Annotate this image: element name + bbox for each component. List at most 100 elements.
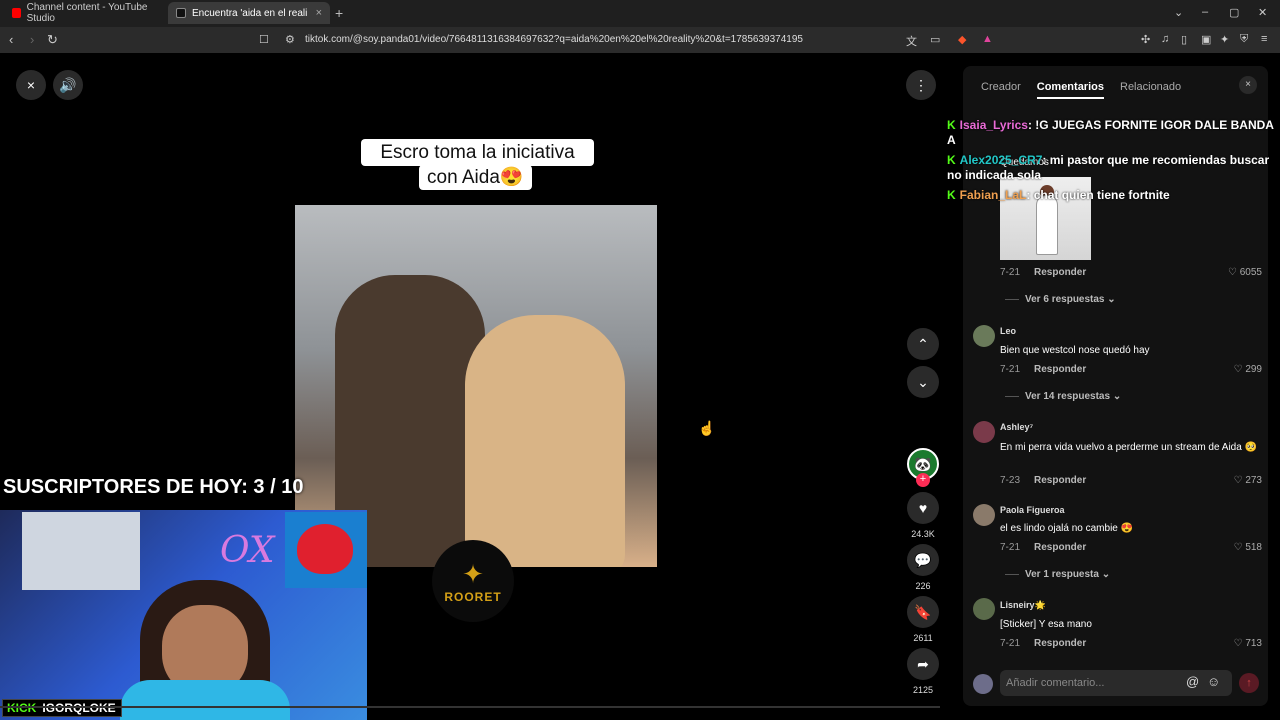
maximize-icon[interactable]: ▢ (1229, 6, 1239, 19)
reply-button[interactable]: Responder (1034, 364, 1086, 375)
video-progress-bar[interactable] (0, 706, 940, 708)
panel-tabs: Creador Comentarios Relacionado (981, 81, 1181, 99)
wallet-icon[interactable]: ▣ (1201, 33, 1211, 46)
url-field[interactable]: tiktok.com/@soy.panda01/video/7664811316… (305, 34, 803, 45)
comment-author[interactable]: Paola Figueroa (1000, 505, 1065, 515)
volume-icon[interactable]: 🔊 (53, 70, 83, 100)
youtube-icon (12, 8, 21, 18)
share-count: 2125 (912, 685, 934, 695)
follow-plus-icon[interactable]: + (916, 473, 930, 487)
comment-meta: 7-23 Responder (1000, 475, 1086, 486)
kick-badge-icon: K (947, 118, 956, 132)
reply-button[interactable]: Responder (1034, 542, 1086, 553)
avatar[interactable] (973, 504, 995, 526)
webcam-streamer-shirt (120, 680, 290, 720)
bookmark-icon[interactable]: ☐ (259, 33, 269, 46)
webcam-feed: OX (0, 510, 367, 720)
tab-search-icon[interactable]: ⌄ (1174, 6, 1183, 19)
close-window-icon[interactable]: ✕ (1258, 6, 1267, 19)
cast-icon[interactable]: ▭ (930, 33, 940, 46)
back-icon[interactable]: ‹ (9, 32, 13, 47)
chat-message: K Isaia_Lyrics: !G JUEGAS FORNITE IGOR DA… (947, 118, 1280, 148)
comment-date: 7-21 (1000, 267, 1021, 278)
previous-video-button[interactable]: ⌃ (907, 328, 939, 360)
tab-youtube-studio[interactable]: Channel content - YouTube Studio (4, 2, 166, 24)
comment-author[interactable]: Ashley⁷ (1000, 422, 1033, 432)
vpn-icon[interactable]: ⛨ (1240, 33, 1248, 46)
video-person-right (465, 315, 625, 567)
video-caption-line1: Escro toma la iniciativa (361, 139, 594, 166)
tab-comentarios[interactable]: Comentarios (1036, 81, 1104, 99)
avatar[interactable] (973, 325, 995, 347)
watermark-logo: ✦ ROORET (432, 540, 514, 622)
tab-tiktok[interactable]: Encuentra 'aida en el reality ' en × (168, 2, 330, 24)
heart-icon: ♡ (1233, 542, 1246, 553)
reply-button[interactable]: Responder (1034, 475, 1086, 486)
comment-likes[interactable]: ♡ 518 (1222, 542, 1262, 553)
translate-icon[interactable]: 文 (906, 33, 917, 49)
comment-likes[interactable]: ♡ 713 (1222, 638, 1262, 649)
my-avatar (973, 674, 993, 694)
like-count: 713 (1245, 638, 1262, 649)
comment-text: Bien que westcol nose quedó hay (1000, 345, 1150, 356)
comment-text: el es lindo ojalá no cambie 😍 (1000, 523, 1134, 534)
brave-rewards-icon[interactable]: ▲ (982, 33, 993, 45)
emoji-icon[interactable]: ☺ (1207, 674, 1220, 689)
heart-icon: ♡ (1233, 364, 1246, 375)
view-replies-button[interactable]: Ver 6 respuestas ⌄ (1005, 294, 1116, 305)
comment-likes[interactable]: ♡ 299 (1222, 364, 1262, 375)
view-replies-label: Ver 6 respuestas (1025, 294, 1105, 305)
stream-chat-overlay: K Isaia_Lyrics: !G JUEGAS FORNITE IGOR DA… (947, 118, 1280, 208)
chat-username: Fabian_LaL (959, 188, 1027, 202)
view-replies-button[interactable]: Ver 14 respuestas ⌄ (1005, 391, 1121, 402)
view-replies-label: Ver 14 respuestas (1025, 391, 1111, 402)
sidebar-icon[interactable]: ▯ (1181, 33, 1187, 46)
more-options-icon[interactable]: ⋮ (906, 70, 936, 100)
kick-badge-icon: K (947, 188, 956, 202)
next-video-button[interactable]: ⌄ (907, 366, 939, 398)
send-comment-button[interactable]: ↑ (1239, 673, 1259, 693)
minimize-icon[interactable]: – (1202, 6, 1208, 18)
like-count: 518 (1245, 542, 1262, 553)
media-icon[interactable]: ♫ (1161, 33, 1169, 45)
site-info-icon[interactable]: ⚙ (285, 33, 295, 46)
share-button[interactable]: ➦ (907, 648, 939, 680)
reply-button[interactable]: Responder (1034, 638, 1086, 649)
save-button[interactable]: 🔖 (907, 596, 939, 628)
leo-ai-icon[interactable]: ✦ (1220, 33, 1229, 46)
webcam-heart-art (285, 512, 367, 588)
like-button[interactable]: ♥ (907, 492, 939, 524)
avatar[interactable] (973, 598, 995, 620)
kick-badge-icon: K (947, 153, 956, 167)
close-panel-icon[interactable]: × (1239, 76, 1257, 94)
tab-label: Channel content - YouTube Studio (26, 2, 148, 24)
view-replies-label: Ver 1 respuesta (1025, 569, 1099, 580)
tab-relacionado[interactable]: Relacionado (1120, 81, 1181, 99)
chat-text: : chat quien tiene fortnite (1026, 188, 1170, 202)
comment-likes[interactable]: ♡ 6055 (1222, 267, 1262, 278)
close-tab-icon[interactable]: × (316, 7, 322, 19)
comment-author[interactable]: Lisneiry🌟 (1000, 600, 1046, 611)
brave-shield-icon[interactable]: ◆ (958, 33, 966, 46)
tab-label: Encuentra 'aida en el reality ' en (192, 7, 307, 19)
view-replies-button[interactable]: Ver 1 respuesta ⌄ (1005, 569, 1110, 580)
tab-creador[interactable]: Creador (981, 81, 1021, 99)
comment-input[interactable] (1000, 670, 1180, 696)
extensions-icon[interactable]: ✣ (1141, 33, 1150, 46)
avatar[interactable] (973, 421, 995, 443)
comment-meta: 7-21 Responder (1000, 542, 1086, 553)
close-video-button[interactable]: × (16, 70, 46, 100)
new-tab-button[interactable]: + (335, 5, 343, 21)
comment-author[interactable]: Leo (1000, 326, 1016, 336)
comment-date: 7-21 (1000, 364, 1021, 375)
address-bar: ‹ › ↻ ☐ ⚙ tiktok.com/@soy.panda01/video/… (0, 27, 1280, 53)
comment-likes[interactable]: ♡ 273 (1222, 475, 1262, 486)
comment-input-box[interactable]: @ ☺ (1000, 670, 1232, 696)
comment-button[interactable]: 💬 (907, 544, 939, 576)
forward-icon[interactable]: › (30, 32, 34, 47)
watermark-text: ROORET (444, 589, 502, 604)
reply-button[interactable]: Responder (1034, 267, 1086, 278)
mention-icon[interactable]: @ (1186, 674, 1199, 689)
reload-icon[interactable]: ↻ (47, 32, 58, 48)
menu-icon[interactable]: ≡ (1261, 33, 1267, 45)
